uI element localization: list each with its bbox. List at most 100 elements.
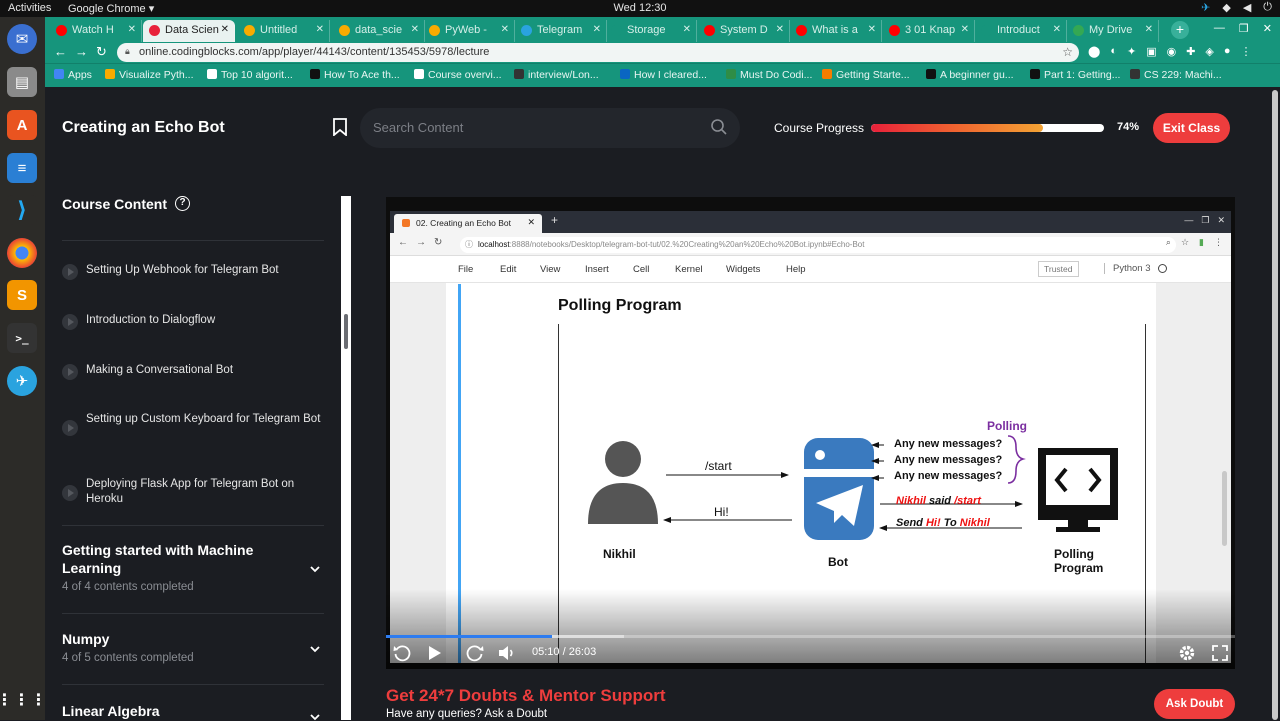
bookmark-item[interactable]: interview/Lon... [514, 69, 599, 81]
section-item[interactable]: Getting started with Machine Learning 4 … [62, 541, 324, 593]
browser-tab[interactable]: PyWeb - ✕ [423, 20, 515, 42]
extension-icon[interactable]: ◐ [1110, 45, 1117, 58]
page-scrollbar[interactable] [1270, 87, 1280, 720]
vscode-icon[interactable]: ⟩ [7, 195, 37, 225]
browser-tab[interactable]: Untitled ✕ [238, 20, 330, 42]
chevron-down-icon[interactable] [310, 646, 320, 653]
extension-icon[interactable]: ✦ [1127, 45, 1136, 58]
software-center-icon[interactable]: A [7, 110, 37, 140]
search-input[interactable]: Search Content [360, 108, 740, 148]
clock[interactable]: Wed 12:30 [0, 2, 1280, 14]
extensions-puzzle-icon[interactable]: ✚ [1186, 45, 1195, 58]
close-tab-icon[interactable]: ✕ [683, 24, 691, 35]
bookmark-item[interactable]: How To Ace th... [310, 69, 400, 81]
close-tab-icon[interactable]: ✕ [316, 24, 324, 35]
start-message: /start [705, 459, 732, 473]
forward-icon[interactable] [465, 643, 485, 663]
close-tab-icon[interactable]: ✕ [1145, 24, 1153, 35]
close-tab-icon[interactable]: ✕ [961, 24, 969, 35]
thunderbird-icon[interactable]: ✉ [7, 24, 37, 54]
help-icon[interactable]: ? [175, 196, 190, 211]
chevron-down-icon[interactable] [310, 566, 320, 573]
seek-bar[interactable] [386, 635, 1235, 638]
browser-tab[interactable]: Telegram ✕ [515, 20, 607, 42]
bookmark-item[interactable]: Part 1: Getting... [1030, 69, 1120, 81]
browser-tab[interactable]: Storage ✕ [605, 20, 697, 42]
back-icon[interactable]: ← [54, 44, 67, 59]
browser-tab[interactable]: Data Scien ✕ [143, 20, 235, 42]
extension-icon[interactable]: ◉ [1167, 45, 1177, 58]
extension-icon[interactable]: ◈ [1205, 45, 1213, 58]
close-tab-icon[interactable]: ✕ [501, 24, 509, 35]
browser-tab[interactable]: My Drive ✕ [1067, 20, 1159, 42]
section-item[interactable]: Numpy 4 of 5 contents completed [62, 630, 324, 664]
lesson-item[interactable]: Deploying Flask App for Telegram Bot on … [62, 477, 322, 507]
new-tab-button[interactable]: + [1171, 21, 1189, 39]
lesson-item[interactable]: Setting Up Webhook for Telegram Bot [62, 263, 322, 280]
forward-icon[interactable]: → [75, 44, 88, 59]
telegram-icon[interactable]: ✈ [7, 366, 37, 396]
fullscreen-icon[interactable] [1210, 643, 1230, 663]
bookmark-icon[interactable] [332, 118, 348, 136]
terminal-icon[interactable]: >_ [7, 323, 37, 353]
profile-avatar[interactable]: ● [1224, 45, 1231, 58]
browser-tab[interactable]: Watch H ✕ [50, 20, 142, 42]
system-tray[interactable]: ✈ ◆ ◀ ⏻ [1201, 1, 1272, 14]
close-tab-icon[interactable]: ✕ [411, 24, 419, 35]
video-player[interactable]: 02. Creating an Echo Bot ✕ + — ❐ ✕ ←→↻ ⓘ l… [386, 197, 1235, 669]
minimize-icon[interactable]: — [1214, 22, 1225, 35]
rewind-icon[interactable] [392, 643, 412, 663]
reload-icon[interactable]: ↻ [96, 44, 107, 60]
writer-icon[interactable]: ≡ [7, 153, 37, 183]
settings-gear-icon[interactable] [1177, 643, 1197, 663]
lesson-item[interactable]: Introduction to Dialogflow [62, 313, 322, 330]
files-icon[interactable]: ▤ [7, 67, 37, 97]
chrome-icon[interactable] [7, 238, 37, 268]
browser-tab[interactable]: Introduct ✕ [975, 20, 1067, 42]
lesson-item[interactable]: Setting up Custom Keyboard for Telegram … [62, 412, 322, 436]
telegram-tray-icon[interactable]: ✈ [1201, 1, 1210, 14]
section-item[interactable]: Linear Algebra [62, 702, 324, 721]
browser-tab[interactable]: data_scie ✕ [333, 20, 425, 42]
close-tab-icon[interactable]: ✕ [868, 24, 876, 35]
close-tab-icon[interactable]: ✕ [1053, 24, 1061, 35]
bookmark-item[interactable]: Getting Starte... [822, 69, 910, 81]
sidebar-scrollbar[interactable] [344, 314, 348, 349]
extension-icon[interactable]: ▣ [1146, 45, 1156, 58]
sublime-icon[interactable]: S [7, 280, 37, 310]
lesson-title: Setting Up Webhook for Telegram Bot [86, 264, 279, 276]
page-scrollbar-thumb[interactable] [1272, 90, 1278, 720]
bookmark-item[interactable]: Top 10 algorit... [207, 69, 293, 81]
browser-tab[interactable]: 3 01 Knap ✕ [883, 20, 975, 42]
menu-icon[interactable]: ⋮ [1241, 45, 1252, 58]
volume-icon[interactable] [497, 643, 517, 663]
close-tab-icon[interactable]: ✕ [221, 24, 229, 35]
section-title: Numpy [62, 631, 110, 647]
close-tab-icon[interactable]: ✕ [128, 24, 136, 35]
address-bar[interactable]: 🔒︎ online.codingblocks.com/app/player/44… [117, 43, 1079, 62]
course-progress-fill [871, 124, 1044, 132]
ask-doubt-button[interactable]: Ask Doubt [1154, 689, 1235, 719]
bookmark-item[interactable]: Apps [54, 69, 92, 81]
browser-tab[interactable]: System D ✕ [698, 20, 790, 42]
notebook-menu-item: File [458, 264, 474, 275]
bookmark-item[interactable]: Must Do Codi... [726, 69, 812, 81]
show-apps-icon[interactable]: ⋮⋮⋮ [0, 685, 47, 715]
bookmark-item[interactable]: How I cleared... [620, 69, 707, 81]
play-icon[interactable] [424, 643, 444, 663]
close-window-icon[interactable]: ✕ [1263, 22, 1272, 35]
send-to: To [943, 517, 957, 529]
extension-icon[interactable]: ⬤ [1088, 45, 1100, 58]
bookmark-item[interactable]: A beginner gu... [926, 69, 1014, 81]
bookmark-star-icon[interactable]: ☆ [1062, 45, 1073, 59]
bookmark-item[interactable]: Course overvi... [414, 69, 502, 81]
lesson-item[interactable]: Making a Conversational Bot [62, 363, 322, 380]
bookmark-item[interactable]: CS 229: Machi... [1130, 69, 1222, 81]
close-tab-icon[interactable]: ✕ [776, 24, 784, 35]
bookmark-item[interactable]: Visualize Pyth... [105, 69, 194, 81]
browser-tab[interactable]: What is a ✕ [790, 20, 882, 42]
search-icon[interactable] [710, 118, 728, 136]
exit-class-button[interactable]: Exit Class [1153, 113, 1230, 143]
restore-icon[interactable]: ❐ [1239, 22, 1249, 35]
close-tab-icon[interactable]: ✕ [593, 24, 601, 35]
